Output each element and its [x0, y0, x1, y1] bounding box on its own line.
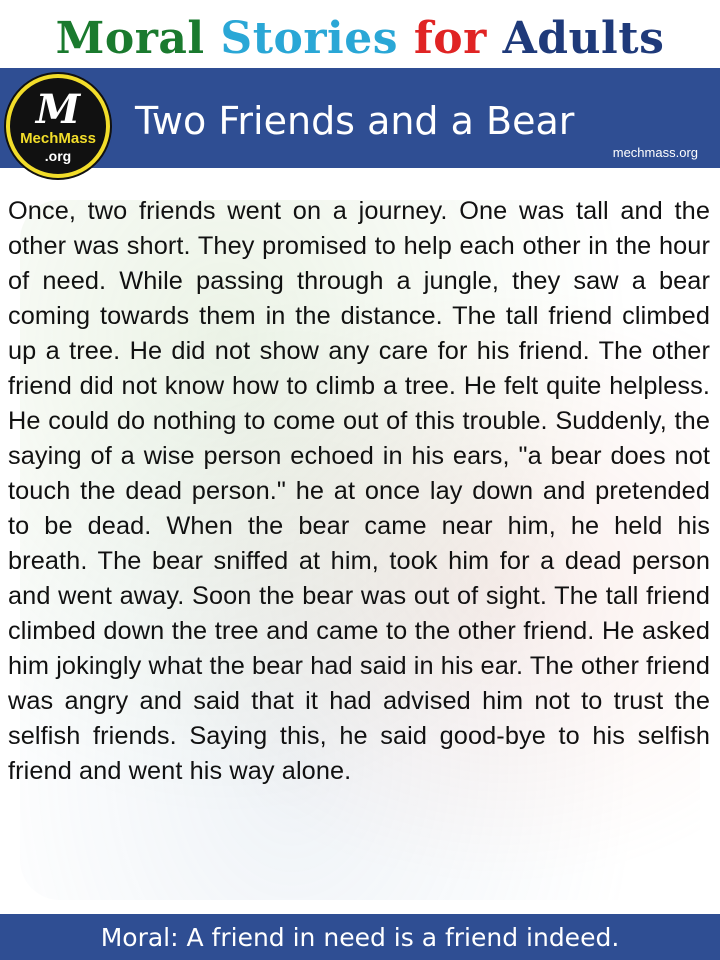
story-title: Two Friends and a Bear — [135, 99, 575, 143]
logo-name: MechMass — [20, 130, 96, 147]
header-word-adults: Adults — [502, 13, 665, 64]
site-url: mechmass.org — [612, 145, 698, 160]
story-text: Once, two friends went on a journey. One… — [8, 197, 711, 785]
mechmass-logo: M MechMass .org — [6, 74, 110, 178]
story-page: Moral Stories for Adults M MechMass .org… — [0, 0, 720, 960]
page-header-title: Moral Stories for Adults — [0, 10, 720, 68]
logo-org: .org — [44, 148, 72, 164]
header-word-for: for — [413, 13, 503, 64]
header-word-moral: Moral — [55, 13, 221, 64]
header-word-stories: Stories — [220, 13, 414, 64]
moral-footer: Moral: A friend in need is a friend inde… — [0, 914, 720, 960]
logo-mark: M — [35, 86, 81, 133]
